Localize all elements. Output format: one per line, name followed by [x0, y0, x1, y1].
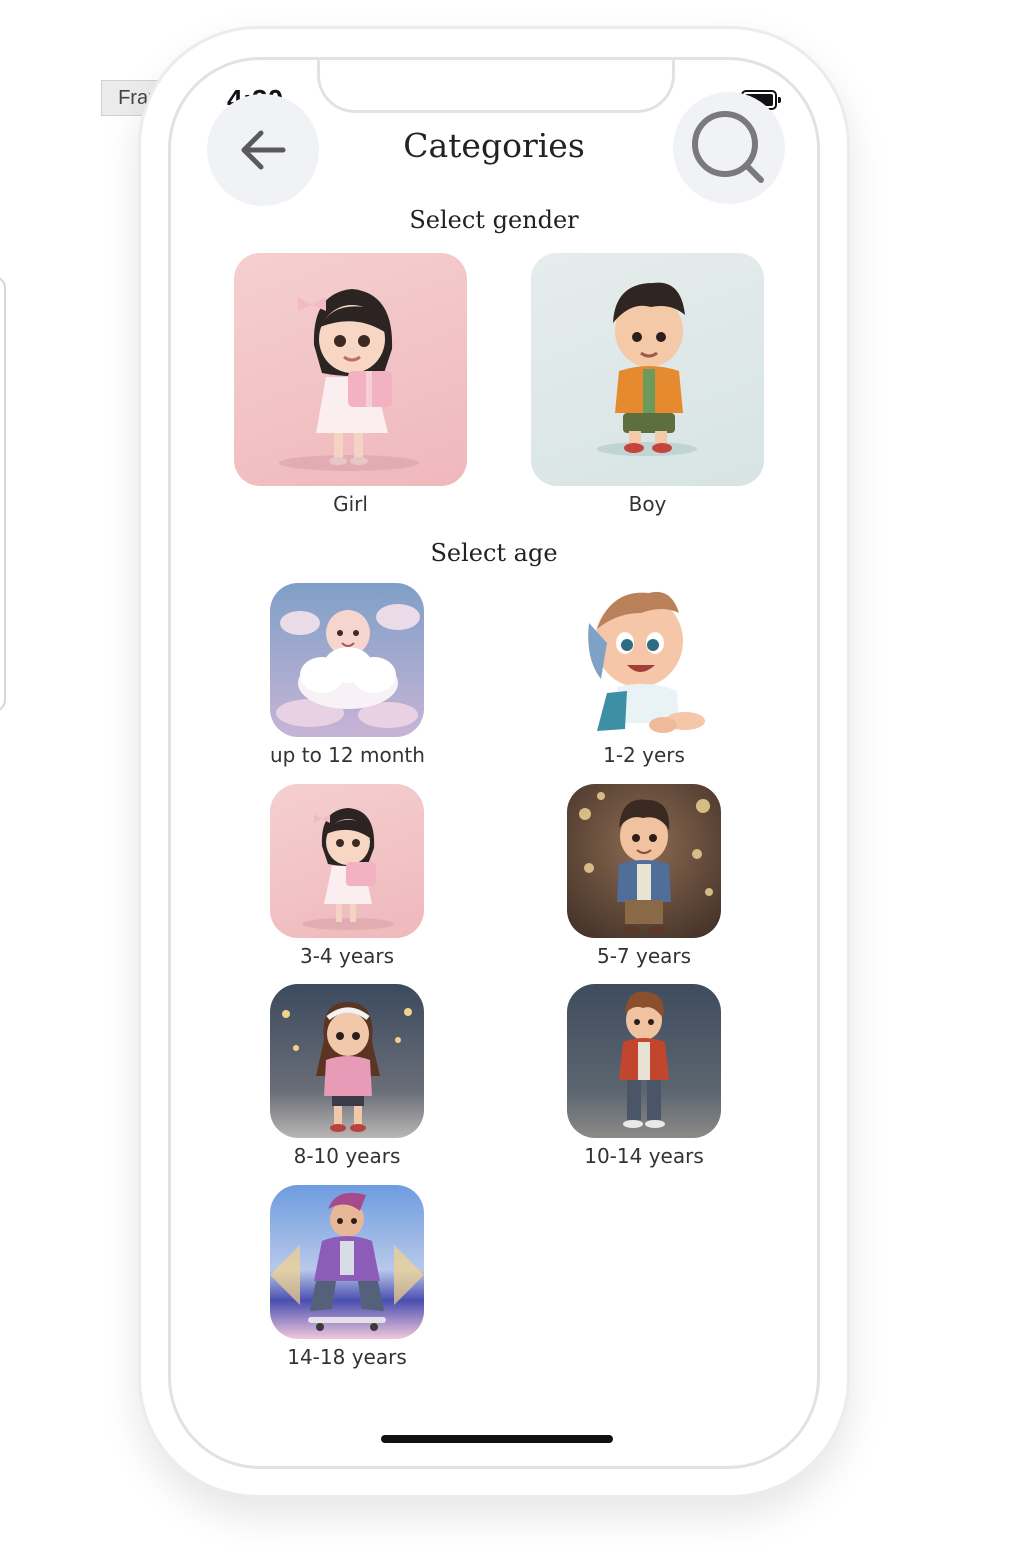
age-label-6: 14-18 years: [287, 1345, 407, 1369]
age-label-0: up to 12 month: [270, 743, 425, 767]
age-label-2: 3-4 years: [299, 944, 395, 968]
girl-with-gift-image: [270, 784, 424, 938]
age-label-3: 5-7 years: [596, 944, 692, 968]
search-icon: [692, 111, 764, 183]
home-indicator[interactable]: [381, 1435, 613, 1443]
age-card-2[interactable]: 3-4 years: [270, 784, 424, 968]
gender-card-girl[interactable]: Girl: [234, 253, 467, 516]
gender-card-boy[interactable]: Boy: [531, 253, 764, 516]
age-label-4: 8-10 years: [293, 1144, 401, 1168]
age-card-0[interactable]: up to 12 month: [270, 583, 425, 767]
gender-label-girl: Girl: [333, 492, 368, 516]
boy-jacket-image: [567, 984, 721, 1138]
age-card-4[interactable]: 8-10 years: [270, 984, 424, 1168]
search-button[interactable]: [673, 92, 785, 204]
device-screen: 4:20 Categories Select gender: [168, 57, 820, 1469]
age-card-6[interactable]: 14-18 years: [270, 1185, 424, 1369]
boy-bokeh-image: [567, 784, 721, 938]
age-card-3[interactable]: 5-7 years: [567, 784, 721, 968]
girl-character-image: [234, 253, 467, 486]
teen-skateboard-image: [270, 1185, 424, 1339]
gender-label-boy: Boy: [628, 492, 667, 516]
toddler-image: [567, 583, 721, 737]
battery-tip: [778, 97, 781, 103]
age-label-5: 10-14 years: [584, 1144, 704, 1168]
select-gender-title: Select gender: [409, 206, 579, 234]
side-panel-edge: [0, 276, 6, 712]
boy-character-image: [531, 253, 764, 486]
select-age-title: Select age: [430, 539, 558, 567]
girl-street-image: [270, 984, 424, 1138]
age-label-1: 1-2 yers: [603, 743, 685, 767]
age-card-1[interactable]: 1-2 yers: [567, 583, 721, 767]
baby-on-cloud-image: [270, 583, 424, 737]
age-card-5[interactable]: 10-14 years: [567, 984, 721, 1168]
device-notch: [317, 60, 675, 113]
